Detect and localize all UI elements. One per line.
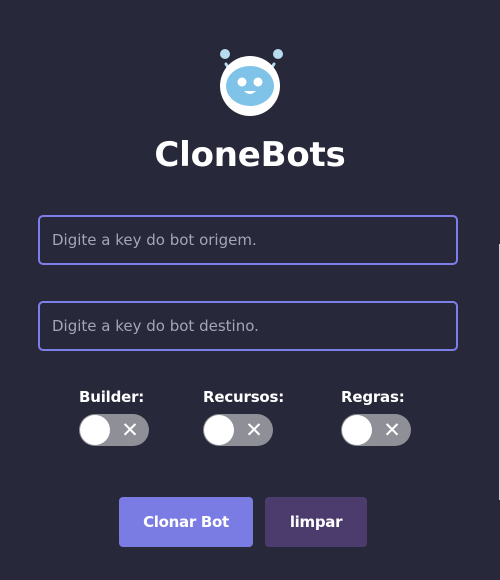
regras-toggle-group: Regras: ✕ — [341, 388, 441, 448]
recursos-toggle-knob — [204, 415, 234, 445]
builder-toggle[interactable]: ✕ — [79, 414, 149, 446]
recursos-toggle[interactable]: ✕ — [203, 414, 273, 446]
regras-toggle-label: Regras: — [341, 388, 405, 406]
robot-icon — [214, 44, 286, 116]
x-icon: ✕ — [383, 418, 401, 442]
clone-bot-button[interactable]: Clonar Bot — [119, 497, 253, 547]
builder-toggle-knob — [80, 415, 110, 445]
clear-button[interactable]: limpar — [265, 497, 367, 547]
regras-toggle-knob — [342, 415, 372, 445]
x-icon: ✕ — [121, 418, 139, 442]
clonebots-page: CloneBots Builder: ✕ Recursos: ✕ Regras:… — [0, 0, 500, 580]
regras-toggle[interactable]: ✕ — [341, 414, 411, 446]
recursos-toggle-group: Recursos: ✕ — [203, 388, 303, 448]
app-title: CloneBots — [154, 135, 346, 175]
builder-toggle-group: Builder: ✕ — [79, 388, 179, 448]
x-icon: ✕ — [245, 418, 263, 442]
builder-toggle-label: Builder: — [79, 388, 145, 406]
destination-bot-key-input[interactable] — [38, 301, 458, 351]
recursos-toggle-label: Recursos: — [203, 388, 285, 406]
origin-bot-key-input[interactable] — [38, 215, 458, 265]
